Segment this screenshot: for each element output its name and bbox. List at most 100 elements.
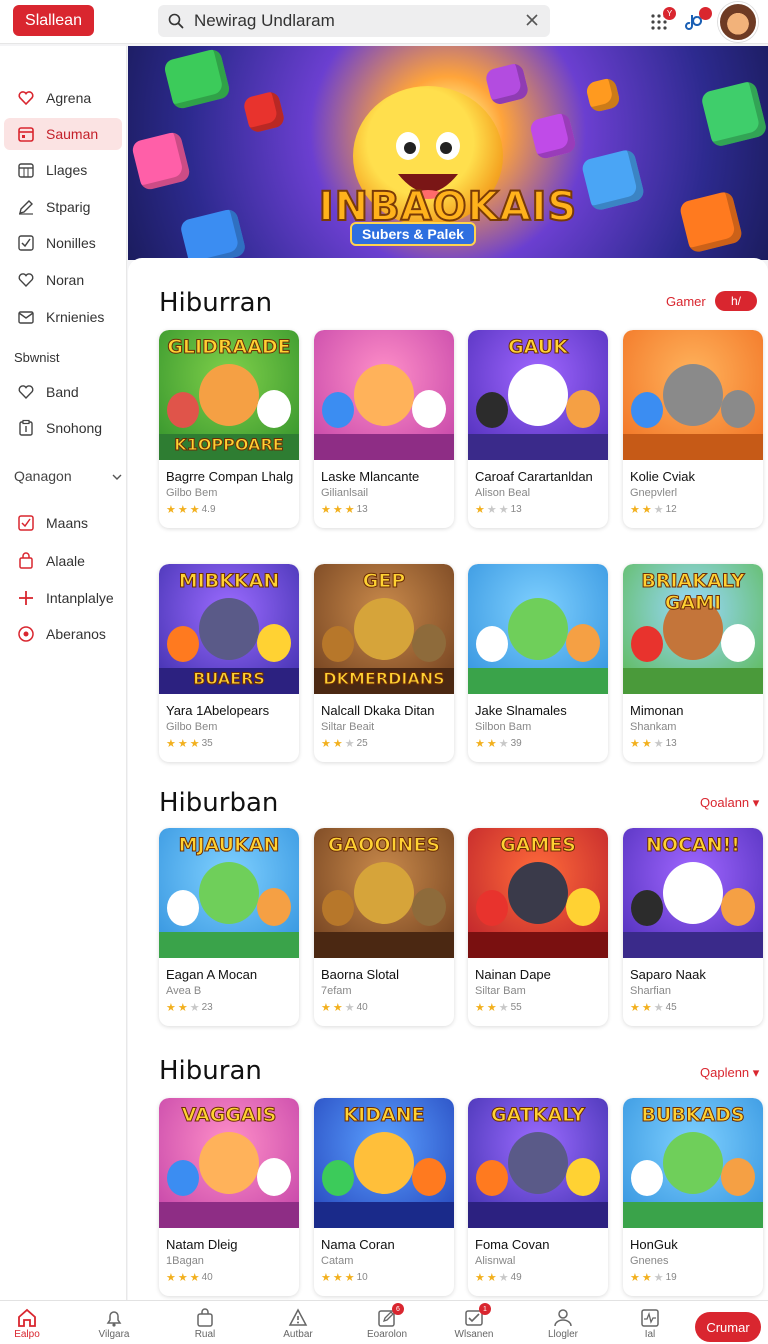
character-main [508, 598, 568, 660]
game-thumbnail[interactable]: NOCAN!! [623, 828, 763, 958]
star-icon: ★ [475, 1002, 485, 1014]
sidebar-item-aberanos[interactable]: Aberanos [4, 618, 122, 650]
nav-item-rual[interactable]: Rual [180, 1307, 230, 1344]
search-input[interactable] [194, 9, 514, 33]
game-thumbnail[interactable]: GLIDRAADE K1OPPOARE [159, 330, 299, 460]
game-thumbnail[interactable]: VAGGAIS [159, 1098, 299, 1228]
star-icon: ★ [166, 504, 176, 516]
star-icon: ★ [321, 504, 331, 516]
character-sidekick [412, 390, 446, 428]
character-sidekick [476, 1160, 508, 1196]
game-thumbnail[interactable]: KIDANE [314, 1098, 454, 1228]
game-thumbnail[interactable]: MJAUKAN [159, 828, 299, 958]
star-icon: ★ [189, 1272, 200, 1284]
section-link[interactable]: Qaplenn ▾ [700, 1065, 759, 1081]
avatar[interactable] [718, 2, 758, 42]
sidebar-item-nonilles[interactable]: Nonilles [4, 227, 122, 259]
game-card[interactable]: GAMES Nainan Dape Siltar Bam ★ ★ ★ 55 [468, 828, 608, 1026]
sidebar-item-label: Llages [46, 162, 88, 178]
game-thumbnail[interactable]: GEP DKMERDIANS [314, 564, 454, 694]
character-sidekick [257, 1158, 291, 1196]
section-link[interactable]: Gamer [666, 294, 706, 309]
sidebar-item-krnienies[interactable]: Krnienies [4, 301, 122, 333]
game-rating: ★ ★ ★ 23 [166, 1001, 213, 1014]
nav-item-wlsanen[interactable]: 1 Wlsanen [449, 1303, 499, 1344]
star-icon: ★ [653, 504, 664, 516]
game-card[interactable]: GAUK Caroaf Carartanldan Alison Beal ★ ★ ★ 13 [468, 330, 608, 528]
game-card[interactable]: BRIAKALY GAMI Mimonan Shankam ★ ★ ★ 13 [623, 564, 763, 762]
star-icon: ★ [344, 738, 355, 750]
nav-item-llogler[interactable]: Llogler [538, 1307, 588, 1344]
rating-value: 13 [510, 504, 522, 515]
game-card[interactable]: NOCAN!! Saparo Naak Sharfian ★ ★ ★ 45 [623, 828, 763, 1026]
hero-banner[interactable]: INBAOKAIS Subers & Palek [128, 46, 768, 260]
game-thumbnail[interactable] [623, 330, 763, 460]
star-icon: ★ [486, 1002, 497, 1014]
game-thumbnail[interactable]: BRIAKALY GAMI [623, 564, 763, 694]
game-thumbnail[interactable]: GATKALY [468, 1098, 608, 1228]
game-card[interactable]: GLIDRAADE K1OPPOARE Bagrre Compan Lhalg Gil… [159, 330, 299, 528]
game-title: Mimonan [630, 703, 684, 718]
nav-item-vilgara[interactable]: Vilgara [89, 1307, 139, 1344]
game-card[interactable]: KIDANE Nama Coran Catam ★ ★ ★ 10 [314, 1098, 454, 1296]
game-rating: ★ ★ ★ 55 [475, 1001, 522, 1014]
section-link[interactable]: Qoalann ▾ [700, 795, 759, 811]
music-note-icon[interactable] [682, 7, 712, 35]
sidebar-item-band[interactable]: Band [4, 376, 122, 408]
apps-grid-icon[interactable]: Y [646, 7, 676, 35]
star-icon: ★ [177, 738, 188, 750]
game-card[interactable]: GEP DKMERDIANS Nalcall Dkaka Ditan Siltar B… [314, 564, 454, 762]
game-thumbnail[interactable]: GAUK [468, 330, 608, 460]
game-thumbnail[interactable] [468, 564, 608, 694]
nav-item-eoarolon[interactable]: 6 Eoarolon [362, 1303, 412, 1344]
nav-item-ial[interactable]: Ial [625, 1307, 675, 1344]
thumbnail-ground [159, 1202, 299, 1228]
character-sidekick [566, 624, 600, 662]
sidebar-item-stparig[interactable]: Stparig [4, 191, 122, 223]
character-sidekick [167, 1160, 199, 1196]
decor-cube [678, 190, 744, 254]
sidebar-item-alaale[interactable]: Alaale [4, 545, 122, 577]
sidebar-item-intanplalye[interactable]: Intanplalye [4, 582, 122, 614]
game-card[interactable]: MJAUKAN Eagan A Mocan Avea B ★ ★ ★ 23 [159, 828, 299, 1026]
chevron-down-icon [112, 468, 122, 484]
sidebar-item-sauman[interactable]: Sauman [4, 118, 122, 150]
character-sidekick [167, 626, 199, 662]
character-main [199, 364, 259, 426]
game-card[interactable]: GAOOINES Baorna Slotal 7efam ★ ★ ★ 40 [314, 828, 454, 1026]
game-card[interactable]: Kolie Cviak Gnepvlerl ★ ★ ★ 12 [623, 330, 763, 528]
nav-item-autbar[interactable]: Autbar [273, 1307, 323, 1344]
game-thumbnail[interactable]: BUBKADS [623, 1098, 763, 1228]
game-card[interactable]: Jake Slnamales Silbon Bam ★ ★ ★ 39 [468, 564, 608, 762]
brand-button[interactable]: Slallean [13, 5, 94, 36]
game-thumbnail[interactable]: GAOOINES [314, 828, 454, 958]
nav-item-ealpo[interactable]: Ealpo [2, 1307, 52, 1344]
close-icon[interactable] [524, 12, 540, 28]
sidebar-item-maans[interactable]: Maans [4, 507, 122, 539]
game-card[interactable]: MIBKKAN BUAERS Yara 1Abelopears Gilbo Bem ★ ★… [159, 564, 299, 762]
game-card[interactable]: GATKALY Foma Covan Alisnwal ★ ★ ★ 49 [468, 1098, 608, 1296]
game-title: Caroaf Carartanldan [475, 469, 593, 484]
heart-icon [16, 270, 36, 290]
sidebar-item-agrena[interactable]: Agrena [4, 82, 122, 114]
section-title: Hiburban [159, 788, 279, 818]
sidebar-item-llages[interactable]: Llages [4, 154, 122, 186]
game-publisher: Sharfian [630, 985, 671, 997]
game-title: Natam Dleig [166, 1237, 238, 1252]
game-card[interactable]: VAGGAIS Natam Dleig 1Bagan ★ ★ ★ 40 [159, 1098, 299, 1296]
game-rating: ★ ★ ★ 45 [630, 1001, 677, 1014]
cta-button[interactable]: Crumar [695, 1312, 761, 1342]
sidebar-item-snohong[interactable]: Snohong [4, 412, 122, 444]
sidebar-dropdown[interactable]: Qanagon [14, 468, 122, 484]
star-icon: ★ [630, 1272, 640, 1284]
game-thumbnail[interactable]: MIBKKAN BUAERS [159, 564, 299, 694]
sidebar-item-noran[interactable]: Noran [4, 264, 122, 296]
game-publisher: Gilbo Bem [166, 487, 218, 499]
search-bar[interactable] [158, 5, 550, 37]
star-icon: ★ [653, 738, 664, 750]
game-card[interactable]: Laske Mlancante Gilianlsail ★ ★ ★ 13 [314, 330, 454, 528]
section-pill-button[interactable]: h/ [715, 291, 757, 311]
game-card[interactable]: BUBKADS HonGuk Gnenes ★ ★ ★ 19 [623, 1098, 763, 1296]
game-thumbnail[interactable] [314, 330, 454, 460]
game-thumbnail[interactable]: GAMES [468, 828, 608, 958]
